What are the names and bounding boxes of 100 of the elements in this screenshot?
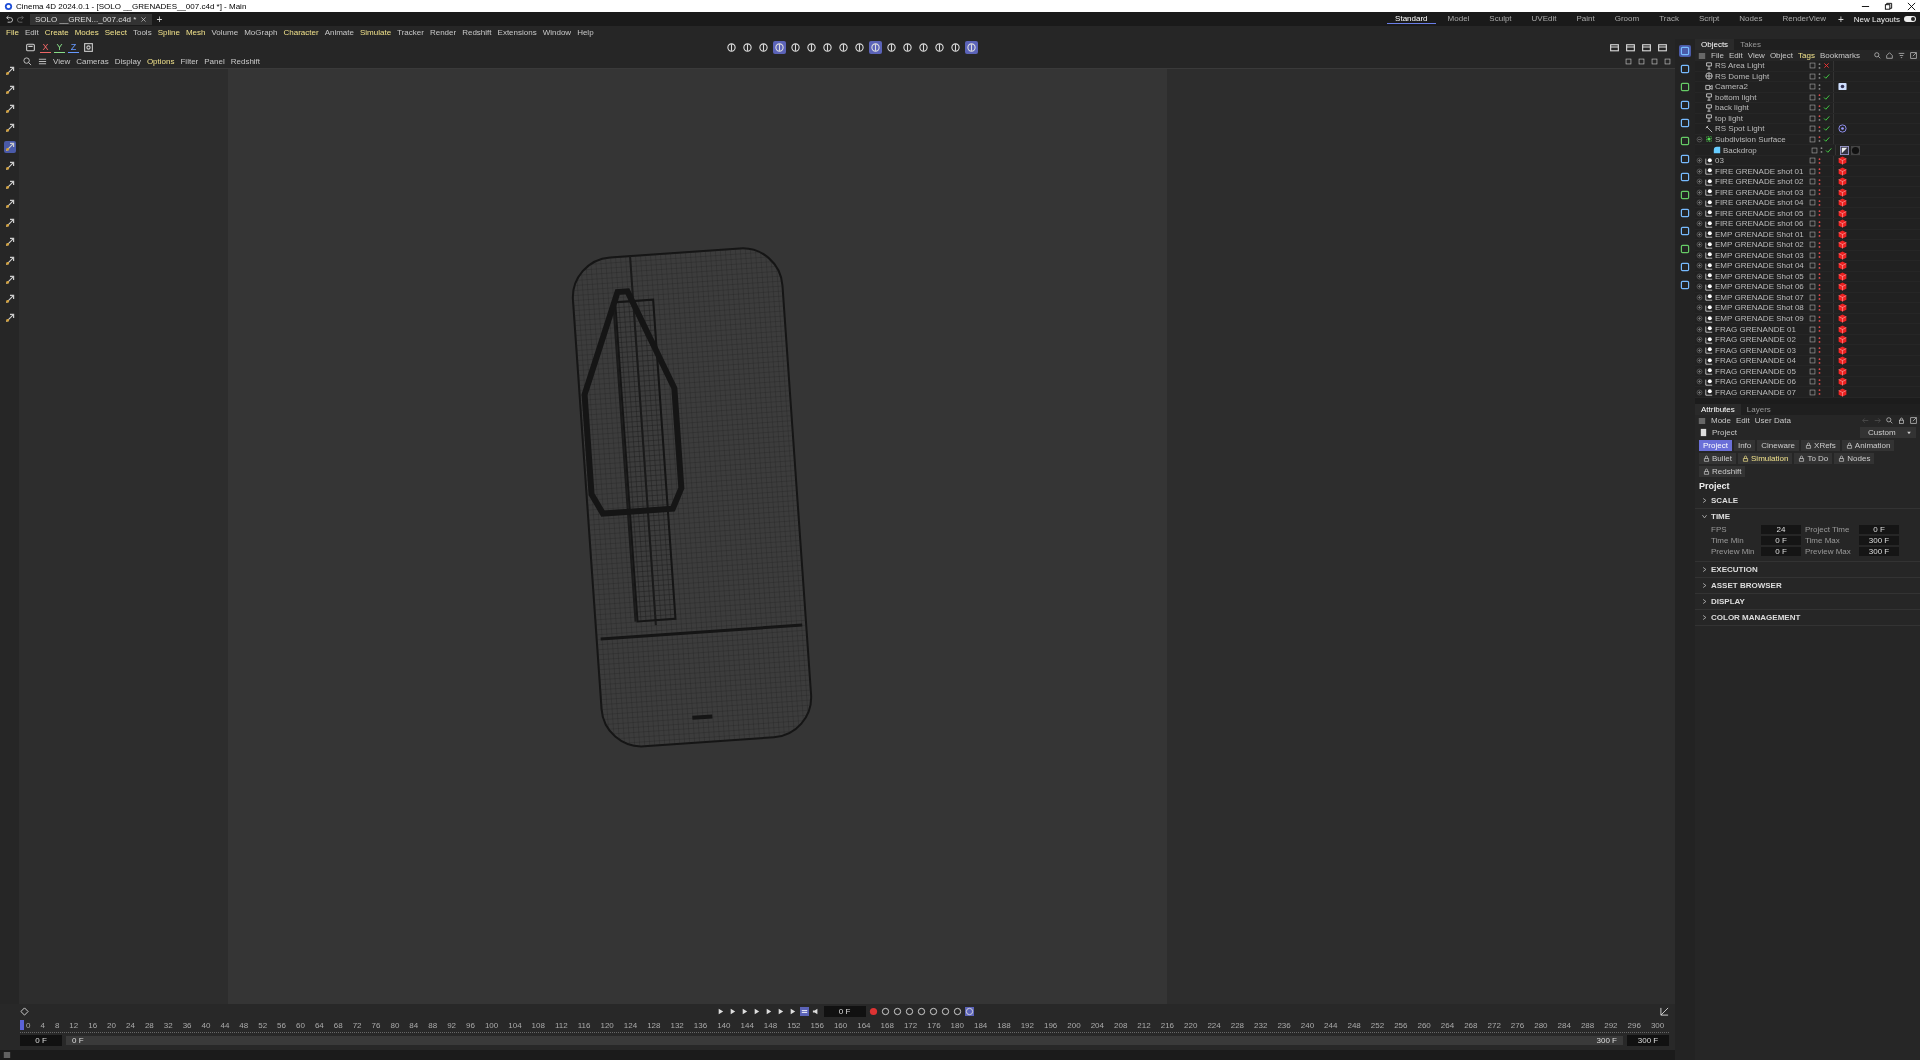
menu-item[interactable]: Render	[429, 28, 457, 37]
coordinate-system-icon[interactable]	[82, 40, 95, 54]
object-name[interactable]: FRAG GRENANDE 07	[1715, 387, 1807, 397]
current-frame-field[interactable]: 0 F	[823, 1005, 866, 1017]
search-icon[interactable]	[23, 57, 32, 66]
expand-toggle-icon[interactable]	[1695, 167, 1703, 175]
disclosure-icon[interactable]	[1701, 513, 1708, 520]
layout-tab[interactable]: RenderView	[1774, 14, 1834, 24]
group-title[interactable]: DISPLAY	[1711, 597, 1745, 606]
visibility-dots-icon[interactable]	[1818, 177, 1821, 186]
attribute-tab[interactable]: Bullet	[1699, 453, 1736, 464]
object-name[interactable]: FIRE GRENADE shot 01	[1715, 166, 1807, 176]
toolbar-icon[interactable]	[869, 40, 882, 54]
search-icon[interactable]	[1886, 417, 1893, 424]
viewport-menu-item[interactable]: Filter	[180, 57, 199, 66]
object-name[interactable]: FIRE GRENADE shot 06	[1715, 219, 1807, 229]
menu-item[interactable]: Help	[577, 28, 594, 37]
disclosure-icon[interactable]	[1701, 566, 1708, 573]
check-icon[interactable]	[1823, 136, 1830, 143]
layout-tab[interactable]: Standard	[1387, 14, 1436, 24]
manager-icon[interactable]	[1679, 63, 1691, 75]
value-field[interactable]: 0 F	[1761, 547, 1801, 556]
object-name[interactable]: FRAG GRENANDE 06	[1715, 377, 1807, 387]
axis-lock-button[interactable]: Y	[54, 41, 65, 53]
attribute-tab[interactable]: Info	[1733, 440, 1756, 451]
object-name[interactable]: FIRE GRENADE shot 02	[1715, 177, 1807, 187]
visibility-dots-icon[interactable]	[1818, 388, 1821, 397]
panel-menu-item[interactable]: File	[1711, 51, 1724, 60]
check-icon[interactable]	[1823, 125, 1830, 133]
visibility-dots-icon[interactable]	[1818, 293, 1821, 302]
panel-menu-item[interactable]: Bookmarks	[1819, 51, 1860, 60]
object-name[interactable]: FRAG GRENANDE 05	[1715, 366, 1807, 376]
camera-tag-icon[interactable]	[1838, 82, 1847, 92]
attribute-tab[interactable]: To Do	[1794, 453, 1833, 464]
material-tag-icon[interactable]	[1838, 314, 1847, 323]
group-title[interactable]: ASSET BROWSER	[1711, 581, 1782, 590]
expand-toggle-icon[interactable]	[1695, 241, 1703, 249]
visibility-dots-icon[interactable]	[1818, 367, 1821, 376]
material-tag-icon[interactable]	[1838, 356, 1847, 366]
panel-menu-item[interactable]: Tags	[1798, 51, 1815, 60]
panel-menu-item[interactable]: Edit	[1728, 51, 1743, 60]
manager-icon[interactable]	[1679, 153, 1691, 165]
object-name[interactable]: EMP GRENADE Shot 05	[1715, 271, 1807, 281]
manager-icon[interactable]	[1679, 261, 1691, 273]
layout-tab[interactable]: UVEdit	[1523, 14, 1565, 24]
viewport-menu-item[interactable]: Redshift	[230, 57, 261, 66]
value-field[interactable]: 24	[1761, 525, 1801, 534]
attribute-tab[interactable]: Simulation	[1738, 453, 1793, 464]
manager-icon[interactable]	[1679, 45, 1691, 57]
visibility-dots-icon[interactable]	[1818, 135, 1821, 144]
visibility-dots-icon[interactable]	[1818, 230, 1821, 239]
layout-tab[interactable]: Model	[1439, 14, 1478, 24]
object-name[interactable]: Subdivision Surface	[1715, 135, 1807, 144]
manager-icon[interactable]	[1679, 117, 1691, 129]
material-tag-icon[interactable]	[1838, 177, 1847, 187]
object-name[interactable]: Camera2	[1715, 82, 1807, 92]
material-tag-icon[interactable]	[1838, 187, 1847, 197]
menu-item[interactable]: Tools	[132, 28, 152, 37]
menu-item[interactable]: File	[6, 28, 19, 37]
graph-icon[interactable]	[1660, 1006, 1669, 1016]
toolbar-icon[interactable]	[853, 40, 866, 54]
panel-tab[interactable]: Layers	[1740, 404, 1777, 415]
toolbar-icon[interactable]	[789, 40, 802, 54]
material-tag-icon[interactable]	[1838, 261, 1847, 271]
target-tag-icon[interactable]	[1838, 124, 1847, 134]
value-field[interactable]: 300 F	[1859, 547, 1899, 556]
material-tag-icon[interactable]	[1838, 219, 1847, 229]
toolbar-icon[interactable]	[933, 40, 946, 54]
check-icon[interactable]	[1823, 72, 1830, 80]
expand-toggle-icon[interactable]	[1695, 272, 1703, 280]
lock-icon[interactable]	[1898, 417, 1905, 424]
menu-item[interactable]: MoGraph	[244, 28, 278, 37]
visibility-dots-icon[interactable]	[1818, 261, 1821, 270]
manager-icon[interactable]	[1679, 135, 1691, 147]
menu-item[interactable]: Simulate	[360, 28, 392, 37]
toolbar-icon[interactable]	[773, 40, 786, 54]
object-name[interactable]: back light	[1715, 103, 1807, 113]
viewport-menu-item[interactable]: Options	[146, 57, 175, 66]
menu-item[interactable]: Animate	[324, 28, 354, 37]
object-name[interactable]: Backdrop	[1723, 145, 1809, 155]
object-name[interactable]: EMP GRENADE Shot 03	[1715, 250, 1807, 260]
manager-icon[interactable]	[1679, 243, 1691, 255]
visibility-dots-icon[interactable]	[1818, 72, 1821, 81]
material-tag-icon[interactable]	[1838, 250, 1847, 260]
home-icon[interactable]	[1886, 52, 1893, 59]
cross-icon[interactable]	[1823, 62, 1830, 70]
expand-toggle-icon[interactable]	[1695, 293, 1703, 301]
axis-lock-button[interactable]: Z	[68, 41, 79, 53]
check-icon[interactable]	[1825, 146, 1832, 154]
panel-tab[interactable]: Objects	[1695, 39, 1735, 50]
object-name[interactable]: RS Dome Light	[1715, 71, 1807, 81]
disclosure-icon[interactable]	[1701, 614, 1708, 621]
visibility-dots-icon[interactable]	[1818, 377, 1821, 386]
visibility-dots-icon[interactable]	[1818, 325, 1821, 334]
expand-toggle-icon[interactable]	[1695, 378, 1703, 386]
menu-item[interactable]: Volume	[211, 28, 239, 37]
record-icon[interactable]	[868, 1006, 878, 1016]
preset-dropdown[interactable]: Custom	[1860, 427, 1916, 438]
manager-icon[interactable]	[1679, 189, 1691, 201]
menu-item[interactable]: Modes	[74, 28, 99, 37]
